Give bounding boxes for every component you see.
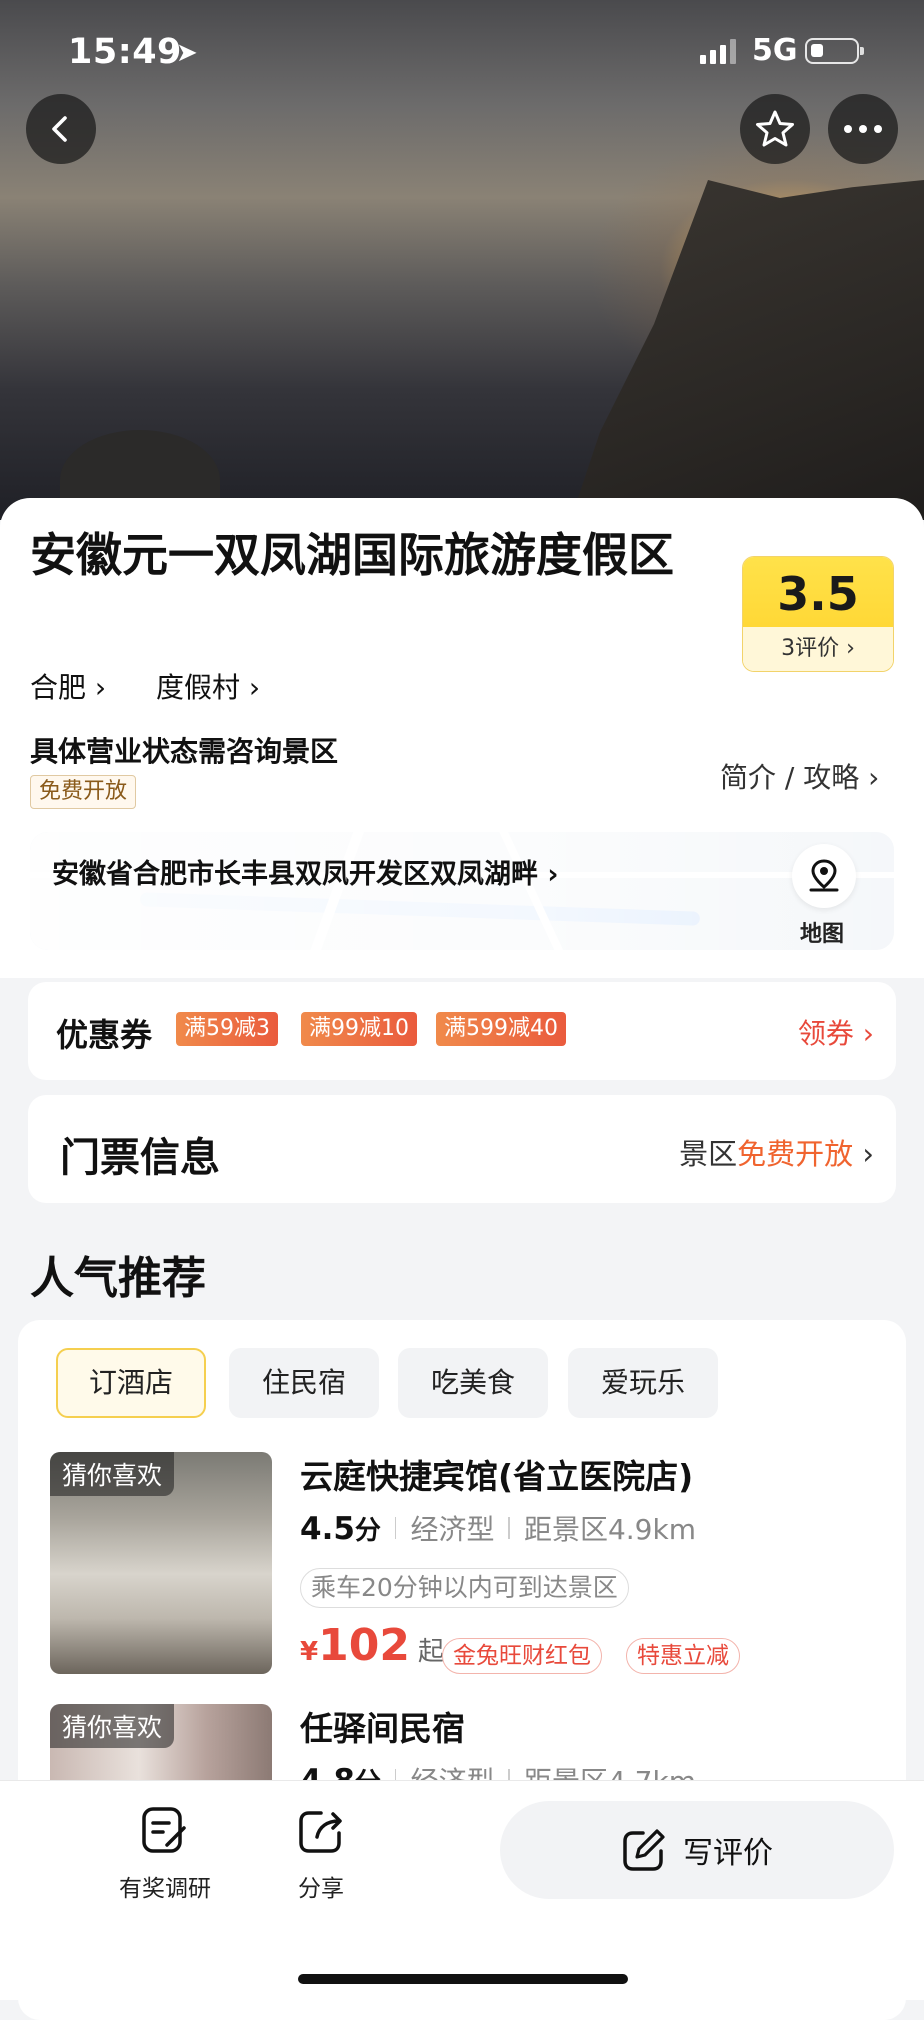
rating-box[interactable]: 3.5 3评价 › (742, 556, 894, 672)
chevron-right-icon: › (547, 859, 559, 890)
chevron-right-icon: › (862, 1017, 874, 1050)
hotel-transit-note: 乘车20分钟以内可到达景区 (300, 1568, 629, 1608)
write-review-button[interactable]: 写评价 (500, 1801, 894, 1899)
hero-cliff-shape (564, 180, 924, 520)
bottom-action-bar: 有奖调研 分享 写评价 (0, 1780, 924, 2000)
open-badge: 免费开放 (30, 775, 137, 809)
chevron-right-icon: › (94, 671, 107, 704)
hotel-score: 4.5分 (300, 1510, 381, 1547)
chevron-right-icon: › (862, 1137, 874, 1171)
tab-hotel[interactable]: 订酒店 (56, 1348, 206, 1418)
back-button[interactable] (26, 94, 96, 164)
back-arrow-icon (52, 116, 67, 142)
hotel-meta: 4.5分 经济型 距景区4.9km (300, 1508, 696, 1548)
promo-tag: 金兔旺财红包 (442, 1638, 602, 1674)
hotel-score-value: 4.5 (300, 1511, 355, 1547)
tab-homestay[interactable]: 住民宿 (229, 1348, 379, 1418)
city-label: 合肥 (30, 671, 87, 704)
coupon-tag: 满59减3 (176, 1012, 278, 1046)
share-button[interactable]: 分享 (246, 1805, 396, 1903)
share-icon (299, 1811, 342, 1853)
hotel-image[interactable]: 猜你喜欢 (50, 1452, 272, 1674)
address-label: 安徽省合肥市长丰县双凤开发区双凤湖畔 (52, 859, 538, 890)
hotel-price: ¥102 起 (300, 1620, 444, 1671)
attraction-title: 安徽元一双凤湖国际旅游度假区 (30, 528, 674, 582)
review-count-row: 3评价 › (743, 627, 893, 671)
currency-symbol: ¥ (300, 1637, 319, 1667)
map-label: 地图 (800, 922, 845, 947)
divider (508, 1517, 510, 1539)
homestay-name[interactable]: 任驿间民宿 (300, 1702, 465, 1750)
write-review-label: 写评价 (683, 1836, 773, 1871)
favorite-button[interactable] (740, 94, 810, 164)
intro-guide-link[interactable]: 简介 / 攻略 › (720, 756, 879, 796)
tab-fun[interactable]: 爱玩乐 (568, 1348, 718, 1418)
hotel-score-unit: 分 (354, 1516, 381, 1546)
get-coupon-label: 领券 (797, 1017, 854, 1050)
recommend-title: 人气推荐 (30, 1253, 206, 1304)
category-label: 度假村 (156, 671, 241, 704)
ticket-prefix: 景区 (679, 1137, 738, 1171)
home-indicator (298, 1974, 628, 1984)
map-pin-icon (809, 859, 839, 892)
pencil-icon (623, 1829, 665, 1871)
ticket-free-status: 免费开放 (737, 1137, 854, 1171)
status-bar: 15:49 ➤ 5G (0, 0, 924, 104)
network-type: 5G (752, 33, 798, 68)
divider (394, 1517, 397, 1539)
survey-label: 有奖调研 (119, 1876, 211, 1902)
price-suffix: 起 (417, 1637, 444, 1667)
chevron-right-icon: › (248, 671, 261, 704)
coupon-tag: 满599减40 (436, 1012, 566, 1046)
ticket-title: 门票信息 (60, 1135, 220, 1181)
coupon-title: 优惠券 (56, 1016, 153, 1054)
get-coupon-button[interactable]: 领券 › (798, 1012, 874, 1052)
tab-food[interactable]: 吃美食 (398, 1348, 548, 1418)
share-label: 分享 (298, 1876, 344, 1902)
coupon-card[interactable]: 优惠券 满59减3 满99减10 满599减40 领券 › (28, 982, 896, 1080)
review-count: 3评价 (781, 636, 840, 661)
signal-icon (700, 38, 736, 64)
location-arrow-icon: ➤ (176, 38, 198, 68)
hotel-name[interactable]: 云庭快捷宾馆(省立医院店) (300, 1450, 693, 1498)
guess-you-like-tag: 猜你喜欢 (50, 1704, 175, 1748)
battery-icon (805, 38, 864, 64)
more-button[interactable] (828, 94, 898, 164)
hotel-type: 经济型 (410, 1513, 495, 1546)
map-overlay (30, 832, 894, 950)
intro-label: 简介 / 攻略 (720, 761, 860, 794)
address-map-bar[interactable]: 安徽省合肥市长丰县双凤开发区双凤湖畔 › 地图 (30, 832, 894, 950)
hours-note: 具体营业状态需咨询景区 (30, 735, 339, 768)
coupon-tag: 满99减10 (301, 1012, 417, 1046)
chevron-right-icon: › (868, 761, 880, 794)
map-button[interactable] (792, 844, 856, 908)
star-icon (756, 110, 794, 147)
rating-value: 3.5 (743, 557, 893, 627)
more-dots-icon (844, 125, 882, 133)
price-value: 102 (318, 1620, 410, 1671)
survey-edit-icon (142, 1807, 186, 1853)
ticket-card[interactable]: 门票信息 景区免费开放 › (28, 1095, 896, 1203)
city-link[interactable]: 合肥 › (30, 666, 106, 706)
hotel-distance: 距景区4.9km (523, 1513, 696, 1546)
survey-button[interactable]: 有奖调研 (90, 1805, 240, 1903)
status-time: 15:49 (68, 32, 182, 72)
category-link[interactable]: 度假村 › (156, 666, 260, 706)
guess-you-like-tag: 猜你喜欢 (50, 1452, 175, 1496)
chevron-right-icon: › (846, 636, 855, 661)
promo-tag: 特惠立减 (626, 1638, 740, 1674)
address-text: 安徽省合肥市长丰县双凤开发区双凤湖畔 › (52, 852, 559, 891)
ticket-status: 景区免费开放 › (679, 1131, 874, 1173)
